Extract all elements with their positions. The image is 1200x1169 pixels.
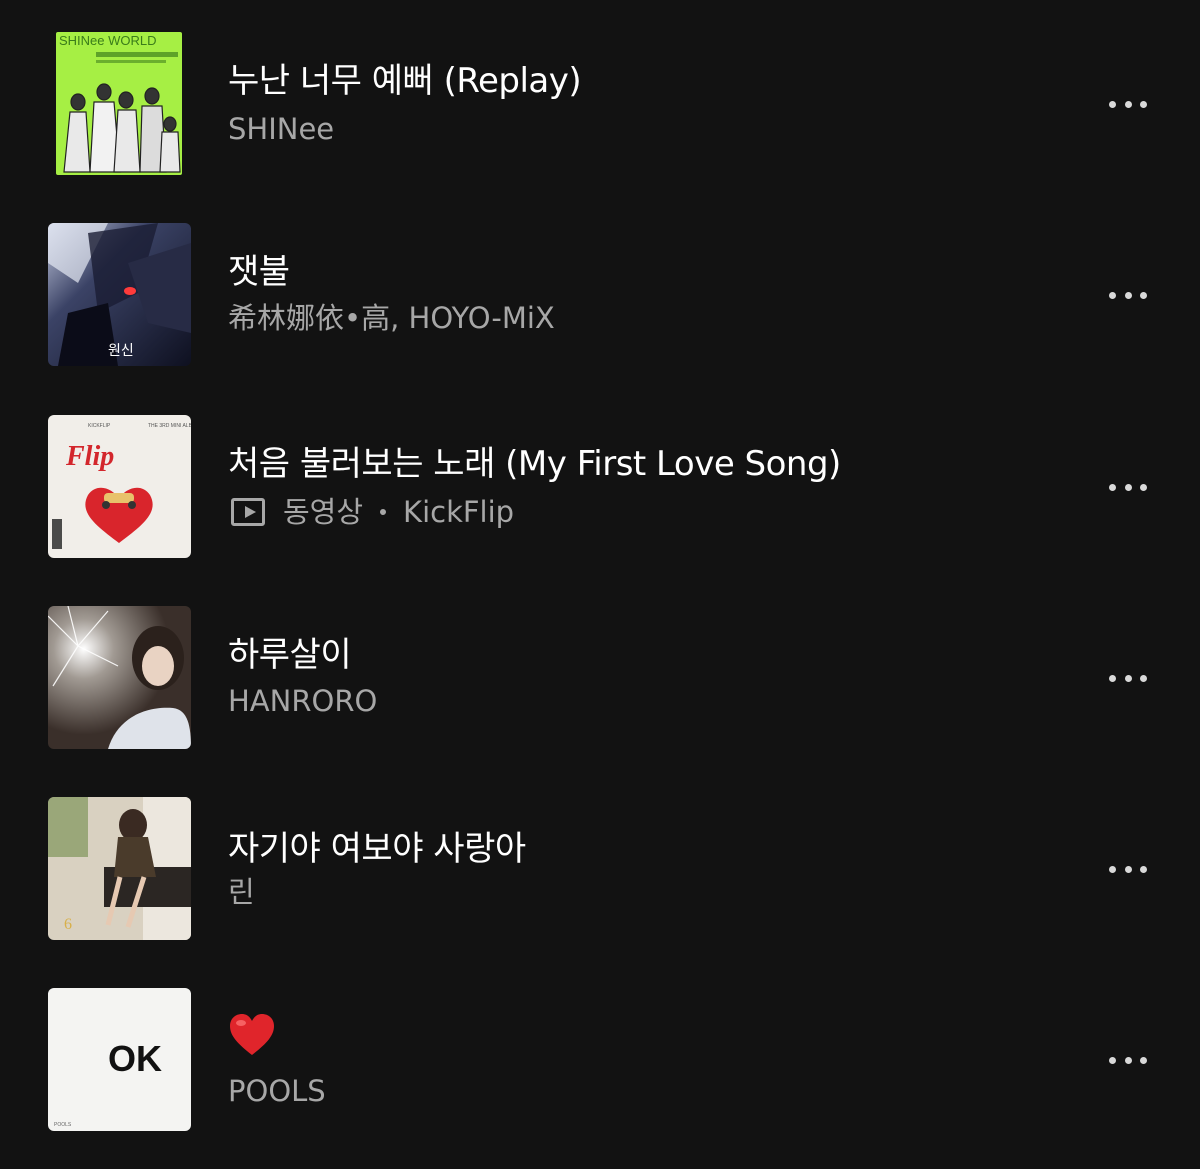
track-artist: HANRORO	[228, 682, 377, 720]
artist-name[interactable]: 希林娜依•高, HOYO-MiX	[228, 299, 555, 337]
svg-text:THE 3RD MINI ALBUM: THE 3RD MINI ALBUM	[148, 423, 191, 429]
track-row[interactable]: 원신 잿불 希林娜依•高, HOYO-MiX	[0, 223, 1200, 414]
more-horizontal-icon	[1109, 483, 1116, 491]
track-title: 처음 불러보는 노래 (My First Love Song)	[228, 444, 841, 484]
more-horizontal-icon	[1109, 674, 1116, 682]
more-options-button[interactable]	[1104, 857, 1152, 881]
svg-text:원신: 원신	[108, 343, 134, 359]
separator-dot	[380, 509, 387, 515]
more-options-button[interactable]	[1104, 1048, 1152, 1072]
album-art-kickflip: KICKFLIP THE 3RD MINI ALBUM Flip	[48, 415, 191, 558]
artist-name[interactable]: SHINee	[228, 110, 334, 148]
more-horizontal-icon	[1109, 291, 1116, 299]
more-horizontal-icon	[1109, 100, 1116, 108]
svg-text:Flip: Flip	[65, 441, 114, 472]
track-title: 잿불	[228, 252, 290, 292]
track-row[interactable]: 하루살이 HANRORO	[0, 606, 1200, 797]
red-heart-emoji	[230, 1014, 274, 1055]
track-row[interactable]: KICKFLIP THE 3RD MINI ALBUM Flip 처음 불러보는…	[0, 415, 1200, 606]
track-artist: 希林娜依•高, HOYO-MiX	[228, 299, 555, 337]
track-row[interactable]: SHINee WORLD 누난 너무 예뻐 (Replay) SHINee	[0, 32, 1200, 223]
track-meta: 동영상 KickFlip	[228, 493, 514, 531]
svg-text:KICKFLIP: KICKFLIP	[88, 423, 111, 429]
album-art-hanroro	[48, 606, 191, 749]
track-title: 누난 너무 예뻐 (Replay)	[228, 61, 582, 101]
album-art-genshin: 원신	[48, 223, 191, 366]
more-horizontal-icon	[1109, 865, 1116, 873]
album-art-pools-ok: OK POOLS	[48, 988, 191, 1131]
track-artist: 린	[228, 873, 255, 911]
more-options-button[interactable]	[1104, 283, 1152, 307]
more-options-button[interactable]	[1104, 92, 1152, 116]
more-horizontal-icon	[1109, 1056, 1116, 1064]
track-title: 하루살이	[228, 635, 352, 675]
album-art-lyn: 6	[48, 797, 191, 940]
artist-name[interactable]: KickFlip	[403, 493, 514, 531]
more-options-button[interactable]	[1104, 666, 1152, 690]
svg-text:POOLS: POOLS	[54, 1122, 72, 1128]
track-artist: SHINee	[228, 110, 334, 148]
svg-text:OK: OK	[108, 1038, 162, 1079]
track-row[interactable]: 6 자기야 여보야 사랑아 린	[0, 797, 1200, 988]
artist-name[interactable]: HANRORO	[228, 682, 377, 720]
track-title	[228, 1014, 276, 1069]
svg-text:6: 6	[64, 916, 72, 933]
artist-name[interactable]: POOLS	[228, 1072, 326, 1110]
more-options-button[interactable]	[1104, 475, 1152, 499]
track-row[interactable]: OK POOLS POOLS	[0, 988, 1200, 1169]
track-title: 자기야 여보야 사랑아	[228, 829, 526, 869]
track-artist: POOLS	[228, 1072, 326, 1110]
video-badge: 동영상	[283, 495, 364, 529]
artist-name[interactable]: 린	[228, 873, 255, 911]
svg-text:SHINee WORLD: SHINee WORLD	[59, 33, 157, 48]
album-art-shinee-world: SHINee WORLD	[56, 32, 182, 175]
video-play-icon	[231, 498, 265, 526]
